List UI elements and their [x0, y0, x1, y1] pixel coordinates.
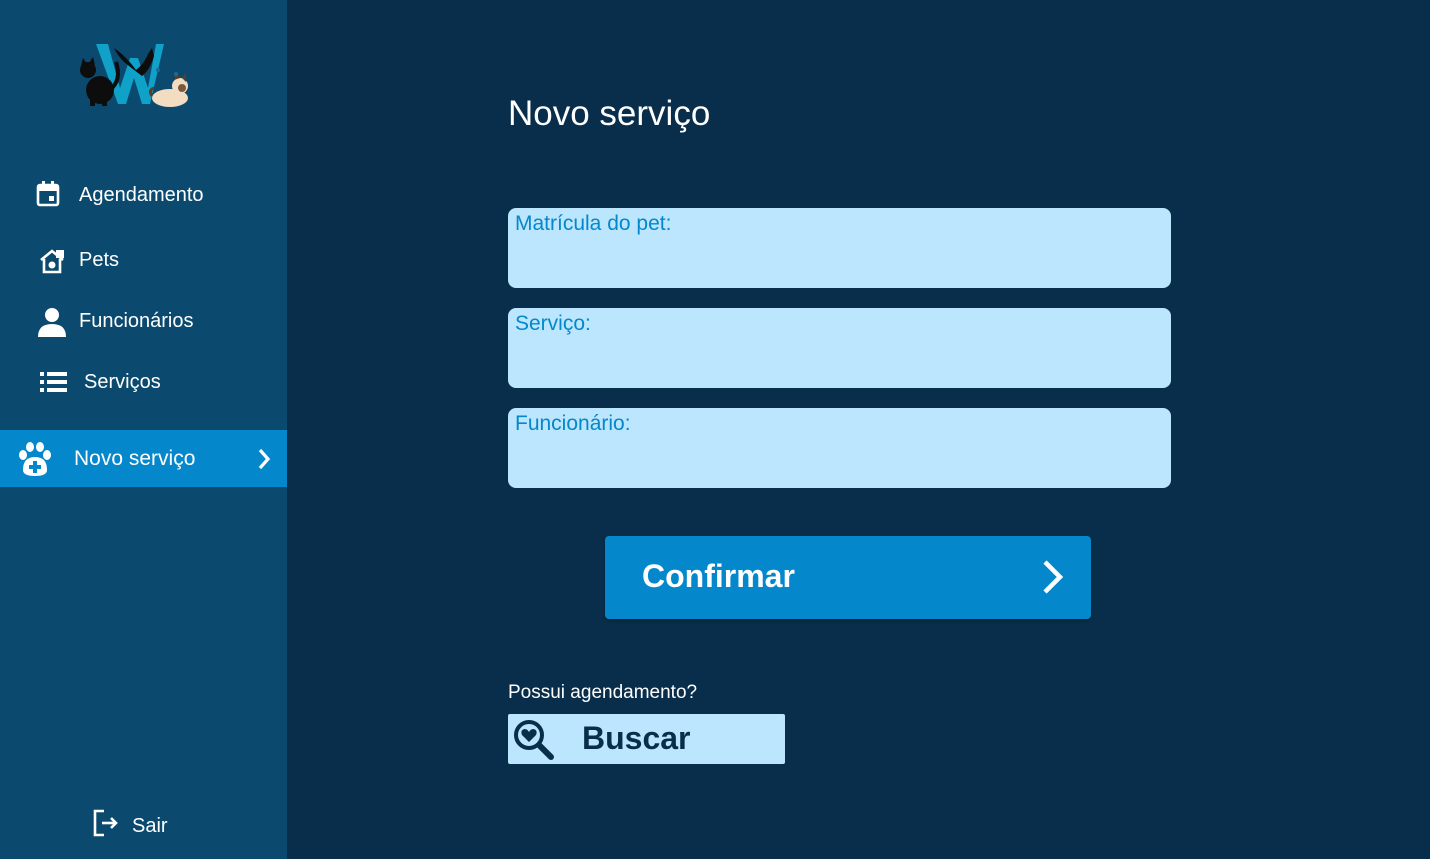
search-button[interactable]: Buscar [508, 714, 785, 764]
employee-field[interactable]: Funcionário: [508, 408, 1171, 488]
logout-button[interactable]: Sair [92, 808, 168, 844]
sidebar-item-servicos[interactable]: Serviços [0, 362, 287, 402]
sidebar-item-label: Agendamento [79, 184, 204, 206]
chevron-right-icon [257, 448, 271, 476]
logout-icon [92, 808, 120, 844]
schedule-question: Possui agendamento? [508, 682, 698, 703]
sidebar-item-agendamento[interactable]: Agendamento [0, 175, 287, 215]
page-title: Novo serviço [508, 94, 711, 133]
field-label: Serviço: [515, 312, 591, 335]
paw-plus-icon [17, 441, 53, 477]
chevron-right-icon [1041, 558, 1065, 601]
pet-house-icon [38, 248, 66, 274]
pet-id-field[interactable]: Matrícula do pet: [508, 208, 1171, 288]
confirm-button[interactable]: Confirmar [605, 536, 1091, 619]
logo [74, 40, 190, 110]
field-label: Funcionário: [515, 412, 631, 435]
search-label: Buscar [582, 720, 691, 756]
logout-label: Sair [132, 814, 168, 837]
list-icon [40, 370, 68, 394]
sidebar-item-funcionarios[interactable]: Funcionários [0, 301, 287, 341]
sidebar-item-pets[interactable]: Pets [0, 240, 287, 280]
person-icon [38, 307, 66, 337]
service-field[interactable]: Serviço: [508, 308, 1171, 388]
sidebar-item-label: Novo serviço [74, 447, 196, 470]
search-heart-icon [512, 718, 554, 765]
sidebar-item-label: Pets [79, 249, 120, 271]
sidebar: Agendamento Pets Funcionários Serviços N… [0, 0, 287, 859]
field-label: Matrícula do pet: [515, 212, 672, 235]
calendar-icon [36, 181, 60, 207]
sidebar-item-label: Funcionários [79, 310, 194, 332]
sidebar-item-label: Serviços [84, 371, 161, 393]
confirm-label: Confirmar [642, 558, 795, 594]
sidebar-item-novo-servico[interactable]: Novo serviço [0, 430, 287, 487]
